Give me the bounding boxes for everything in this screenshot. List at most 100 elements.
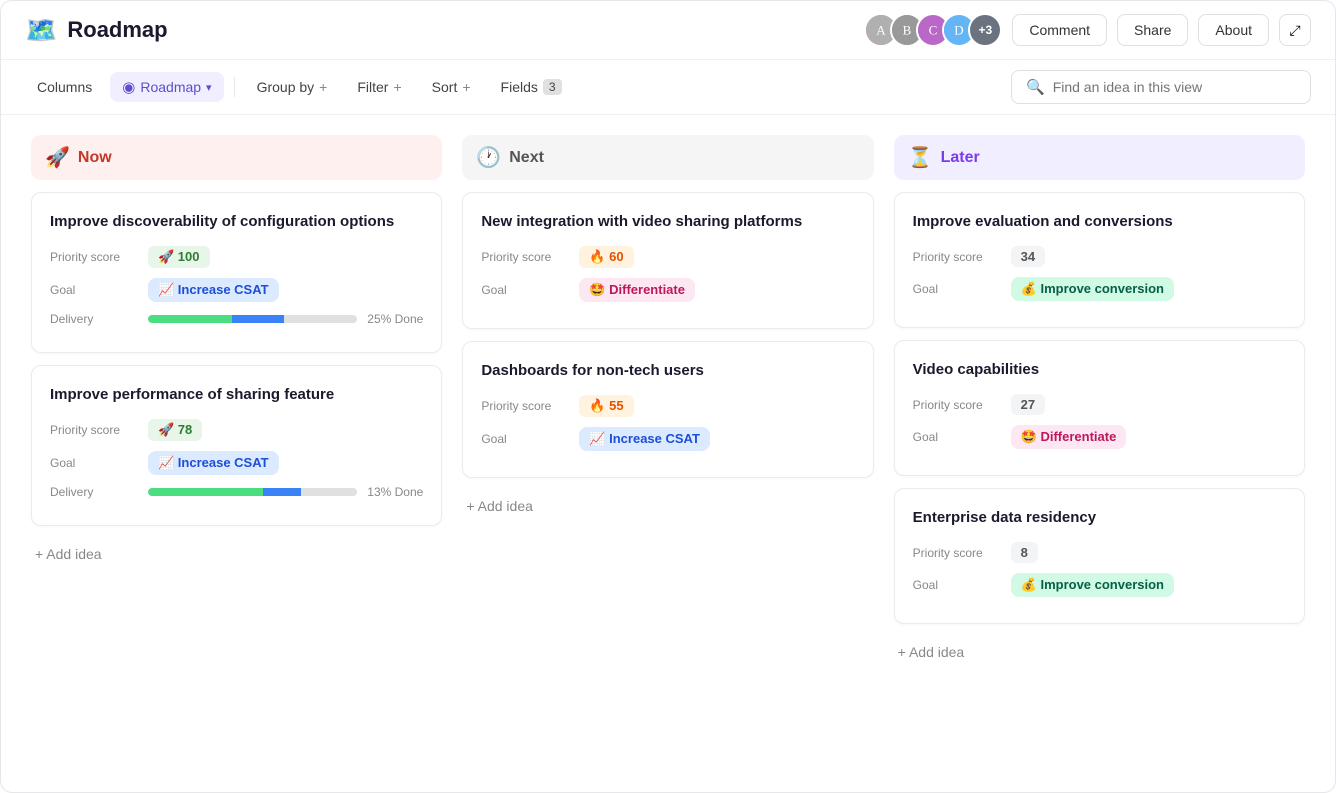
goal-label: Goal — [913, 282, 1003, 296]
sort-plus-icon: + — [462, 79, 470, 95]
add-idea-next[interactable]: + Add idea — [462, 490, 873, 522]
goal-field: Goal 💰 Improve conversion — [913, 573, 1286, 597]
header-left: 🗺️ Roadmap — [25, 15, 168, 46]
priority-field: Priority score 🚀 78 — [50, 419, 423, 441]
priority-label: Priority score — [913, 250, 1003, 264]
columns-button[interactable]: Columns — [25, 73, 104, 101]
about-button[interactable]: About — [1198, 14, 1269, 46]
expand-button[interactable]: ⤢ — [1279, 14, 1311, 46]
column-emoji: 🚀 — [45, 145, 70, 170]
card-title: Improve performance of sharing feature — [50, 384, 423, 405]
card: Improve performance of sharing feature P… — [31, 365, 442, 526]
share-button[interactable]: Share — [1117, 14, 1188, 46]
filter-label: Filter — [357, 79, 388, 95]
score-badge: 27 — [1011, 394, 1045, 415]
delivery-bar: 25% Done — [148, 312, 423, 326]
progress-label: 13% Done — [367, 485, 423, 499]
board: 🚀 Now Improve discoverability of configura… — [1, 115, 1335, 778]
priority-field: Priority score 🔥 60 — [481, 246, 854, 268]
card: Video capabilities Priority score 27 Goa… — [894, 340, 1305, 476]
progress-blue — [232, 315, 284, 323]
delivery-bar: 13% Done — [148, 485, 423, 499]
goal-label: Goal — [481, 283, 571, 297]
score-badge: 34 — [1011, 246, 1045, 267]
header: 🗺️ Roadmap +3 Comment Share About ⤢ — [1, 1, 1335, 60]
fields-label: Fields — [501, 79, 538, 95]
card-title: Improve evaluation and conversions — [913, 211, 1286, 232]
column-header-now: 🚀 Now — [31, 135, 442, 180]
search-input[interactable] — [1053, 79, 1296, 95]
card: Dashboards for non-tech users Priority s… — [462, 341, 873, 478]
progress-blue — [263, 488, 301, 496]
priority-label: Priority score — [913, 546, 1003, 560]
progress-green — [148, 315, 232, 323]
column-label: Next — [509, 149, 544, 167]
priority-label: Priority score — [481, 250, 571, 264]
column-emoji: ⏳ — [908, 145, 933, 170]
score-badge: 🚀 100 — [148, 246, 210, 268]
avatar-group: +3 — [864, 13, 1002, 47]
sort-label: Sort — [432, 79, 458, 95]
divider — [234, 77, 235, 97]
goal-badge: 📈 Increase CSAT — [579, 427, 710, 451]
roadmap-icon: ◉ — [122, 78, 135, 96]
column-header-next: 🕐Next — [462, 135, 873, 180]
comment-button[interactable]: Comment — [1012, 14, 1107, 46]
fields-count: 3 — [543, 79, 562, 95]
goal-field: Goal 🤩 Differentiate — [481, 278, 854, 302]
logo-emoji: 🗺️ — [25, 15, 57, 46]
priority-label: Priority score — [50, 250, 140, 264]
priority-label: Priority score — [481, 399, 571, 413]
goal-field: Goal 💰 Improve conversion — [913, 277, 1286, 301]
sort-button[interactable]: Sort + — [420, 73, 483, 101]
card-title: Enterprise data residency — [913, 507, 1286, 528]
toolbar: Columns ◉ Roadmap ▾ Group by + Filter + … — [1, 60, 1335, 115]
roadmap-button[interactable]: ◉ Roadmap ▾ — [110, 72, 223, 102]
priority-field: Priority score 🚀 100 — [50, 246, 423, 268]
avatar-overflow: +3 — [968, 13, 1002, 47]
chevron-down-icon: ▾ — [206, 81, 212, 94]
score-badge: 🔥 60 — [579, 246, 633, 268]
score-badge: 🔥 55 — [579, 395, 633, 417]
group-by-button[interactable]: Group by + — [245, 73, 340, 101]
goal-field: Goal 🤩 Differentiate — [913, 425, 1286, 449]
filter-button[interactable]: Filter + — [345, 73, 413, 101]
add-idea-later[interactable]: + Add idea — [894, 636, 1305, 668]
goal-badge: 💰 Improve conversion — [1011, 573, 1174, 597]
column-later: ⏳Later Improve evaluation and conversions… — [884, 135, 1315, 758]
card-title: New integration with video sharing platf… — [481, 211, 854, 232]
delivery-label: Delivery — [50, 485, 140, 499]
goal-field: Goal 📈 Increase CSAT — [481, 427, 854, 451]
goal-badge: 🤩 Differentiate — [1011, 425, 1127, 449]
column-label: Now — [78, 149, 112, 167]
goal-badge: 💰 Improve conversion — [1011, 277, 1174, 301]
goal-label: Goal — [481, 432, 571, 446]
column-next: 🕐Next New integration with video sharing … — [452, 135, 883, 758]
score-badge: 8 — [1011, 542, 1038, 563]
header-right: +3 Comment Share About ⤢ — [864, 13, 1311, 47]
columns-label: Columns — [37, 79, 92, 95]
add-idea-now[interactable]: + Add idea — [31, 538, 442, 570]
goal-label: Goal — [50, 456, 140, 470]
column-header-later: ⏳Later — [894, 135, 1305, 180]
card-title: Improve discoverability of configuration… — [50, 211, 423, 232]
priority-field: Priority score 8 — [913, 542, 1286, 563]
progress-label: 25% Done — [367, 312, 423, 326]
delivery-field: Delivery 13% Done — [50, 485, 423, 499]
progress-track — [148, 315, 357, 323]
card-title: Dashboards for non-tech users — [481, 360, 854, 381]
goal-label: Goal — [50, 283, 140, 297]
priority-label: Priority score — [50, 423, 140, 437]
plus-icon: + — [319, 79, 327, 95]
card: Improve discoverability of configuration… — [31, 192, 442, 353]
priority-field: Priority score 34 — [913, 246, 1286, 267]
fields-button[interactable]: Fields 3 — [489, 73, 574, 101]
search-bar[interactable]: 🔍 — [1011, 70, 1311, 104]
filter-plus-icon: + — [393, 79, 401, 95]
score-badge: 🚀 78 — [148, 419, 202, 441]
goal-field: Goal 📈 Increase CSAT — [50, 451, 423, 475]
priority-field: Priority score 🔥 55 — [481, 395, 854, 417]
search-icon: 🔍 — [1026, 78, 1045, 96]
card: New integration with video sharing platf… — [462, 192, 873, 329]
expand-icon: ⤢ — [1289, 22, 1300, 39]
